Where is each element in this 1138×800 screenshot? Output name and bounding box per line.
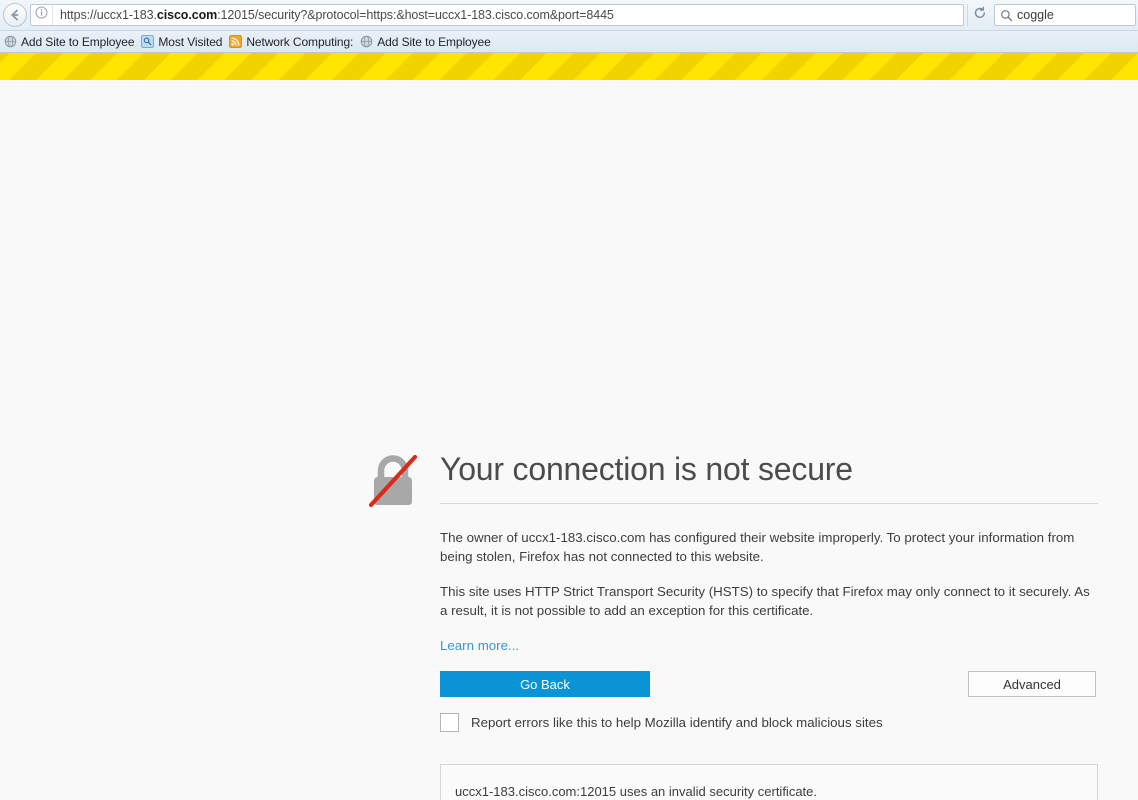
url-text[interactable]: https://uccx1-183.cisco.com:12015/securi… — [53, 8, 963, 22]
back-button[interactable] — [3, 3, 27, 27]
globe-icon — [3, 35, 17, 49]
error-title-column: Your connection is not secure — [420, 449, 1098, 504]
bookmark-add-site-to-employee-1[interactable]: Add Site to Employee — [1, 33, 138, 51]
cert-detail-line-1: uccx1-183.cisco.com:12015 uses an invali… — [455, 783, 818, 799]
url-domain: cisco.com — [156, 8, 218, 22]
advanced-button[interactable]: Advanced — [968, 670, 1096, 697]
search-bar[interactable]: coggle — [994, 4, 1136, 26]
go-back-button[interactable]: Go Back — [440, 670, 650, 697]
url-suffix: :12015/security?&protocol=https:&host=uc… — [217, 8, 614, 22]
error-paragraph-1: The owner of uccx1-183.cisco.com has con… — [440, 530, 1075, 564]
rss-feed-icon — [228, 35, 242, 49]
broken-lock-icon — [368, 449, 420, 514]
report-errors-checkbox[interactable] — [440, 712, 459, 732]
yellow-striped-warning-banner — [0, 53, 1138, 81]
bookmark-label: Add Site to Employee — [21, 34, 135, 49]
report-errors-label: Report errors like this to help Mozilla … — [471, 714, 883, 730]
report-errors-row: Report errors like this to help Mozilla … — [440, 712, 1098, 732]
page-body: Your connection is not secure The owner … — [0, 81, 1138, 800]
learn-more-link[interactable]: Learn more... — [440, 638, 519, 653]
certificate-details-panel: uccx1-183.cisco.com:12015 uses an invali… — [440, 763, 1098, 800]
reload-icon — [973, 6, 987, 25]
back-arrow-icon — [8, 8, 22, 22]
bookmark-most-visited[interactable]: Most Visited — [138, 33, 226, 51]
bookmark-label: Add Site to Employee — [377, 34, 491, 49]
most-visited-icon — [140, 35, 154, 49]
bookmark-add-site-to-employee-2[interactable]: Add Site to Employee — [357, 33, 494, 51]
reload-button[interactable] — [967, 4, 991, 26]
bookmarks-toolbar: Add Site to Employee Most Visited Networ… — [0, 30, 1138, 52]
error-paragraph-2: This site uses HTTP Strict Transport Sec… — [440, 583, 1090, 618]
error-text-block: The owner of uccx1-183.cisco.com has con… — [368, 514, 1098, 732]
identity-box[interactable] — [31, 5, 53, 25]
error-header: Your connection is not secure — [368, 449, 1098, 514]
button-row: Go Back Advanced — [440, 670, 1096, 697]
navigation-toolbar: https://uccx1-183.cisco.com:12015/securi… — [0, 0, 1138, 30]
browser-chrome: https://uccx1-183.cisco.com:12015/securi… — [0, 0, 1138, 53]
bookmark-label: Most Visited — [158, 34, 223, 49]
title-divider — [440, 503, 1098, 504]
search-input[interactable]: coggle — [1017, 8, 1054, 22]
url-bar[interactable]: https://uccx1-183.cisco.com:12015/securi… — [30, 4, 964, 26]
url-prefix: https://uccx1-183. — [60, 8, 157, 22]
globe-icon — [359, 35, 373, 49]
bookmark-network-computing[interactable]: Network Computing: — [226, 33, 357, 51]
bookmark-label: Network Computing: — [246, 34, 354, 49]
certificate-error-page: Your connection is not secure The owner … — [368, 449, 1098, 800]
info-icon — [35, 6, 48, 24]
search-icon — [995, 9, 1017, 22]
page-title: Your connection is not secure — [440, 451, 853, 487]
